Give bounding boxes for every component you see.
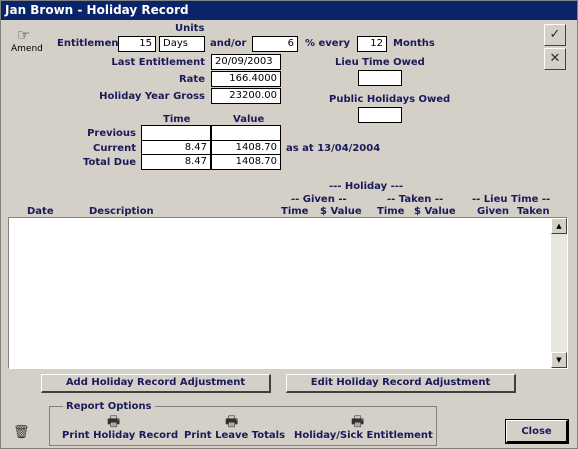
previous-value-field[interactable] [211, 125, 281, 141]
edit-adjustment-button[interactable]: Edit Holiday Record Adjustment [286, 374, 516, 393]
column-lieu-given: Given [477, 206, 510, 217]
column-taken-value: $ Value [414, 206, 456, 217]
months-field[interactable]: 12 [357, 36, 387, 52]
taken-header: -- Taken -- [387, 194, 444, 205]
column-taken-time: Time [377, 206, 405, 217]
given-header: -- Given -- [291, 194, 347, 205]
close-button[interactable]: Close [505, 419, 569, 444]
current-label: Current [92, 143, 136, 154]
previous-label: Previous [87, 128, 136, 139]
andor-label: and/or [210, 38, 247, 49]
holiday-year-gross-label: Holiday Year Gross [99, 91, 205, 102]
vertical-scrollbar[interactable]: ▲ ▼ [551, 218, 567, 368]
lieu-time-owed-label: Lieu Time Owed [335, 57, 425, 68]
scroll-up-icon[interactable]: ▲ [551, 218, 567, 234]
public-holidays-owed-label: Public Holidays Owed [329, 94, 451, 105]
summary-time-header: Time [163, 114, 191, 125]
total-due-time-field[interactable]: 8.47 [141, 154, 211, 170]
holiday-record-window: Jan Brown - Holiday Record ☞ Amend Units… [0, 0, 578, 449]
print-leave-totals-button[interactable]: Print Leave Totals [184, 430, 285, 441]
total-due-label: Total Due [82, 157, 136, 168]
scroll-down-icon[interactable]: ▼ [551, 352, 567, 368]
window-title: Jan Brown - Holiday Record [1, 1, 577, 20]
add-adjustment-button[interactable]: Add Holiday Record Adjustment [41, 374, 271, 393]
print-holiday-record-button[interactable]: Print Holiday Record [62, 430, 178, 441]
amend-label[interactable]: Amend [11, 44, 43, 54]
percent-field[interactable]: 6 [252, 36, 298, 52]
last-entitlement-label: Last Entitlement [111, 57, 205, 68]
trash-icon[interactable]: 🗑 [13, 425, 30, 440]
rate-field[interactable]: 166.4000 [211, 71, 281, 87]
lieu-time-owed-field[interactable] [358, 70, 402, 86]
summary-value-header: Value [233, 114, 265, 125]
column-lieu-taken: Taken [517, 206, 550, 217]
as-at-label: as at 13/04/2004 [286, 143, 381, 154]
holiday-record-list[interactable]: ▲ ▼ [8, 217, 568, 369]
column-description: Description [89, 206, 154, 217]
holiday-year-gross-field[interactable]: 23200.00 [211, 88, 281, 104]
close-x-icon[interactable]: ✕ [544, 48, 566, 70]
units-header: Units [175, 23, 205, 34]
entitlement-units-field[interactable]: Days [159, 36, 205, 52]
last-entitlement-field[interactable]: 20/09/2003 [211, 54, 281, 70]
column-given-time: Time [281, 206, 309, 217]
previous-time-field[interactable] [141, 125, 211, 141]
rate-label: Rate [178, 74, 205, 85]
holiday-sick-entitlement-button[interactable]: Holiday/Sick Entitlement [294, 430, 433, 441]
total-due-value-field[interactable]: 1408.70 [211, 154, 281, 170]
entitlement-value-field[interactable]: 15 [118, 36, 156, 52]
percent-every-label: % every [305, 38, 351, 49]
column-date: Date [27, 206, 54, 217]
pointing-hand-icon[interactable]: ☞ [17, 26, 30, 44]
lieu-header: -- Lieu Time -- [472, 194, 551, 205]
column-given-value: $ Value [320, 206, 362, 217]
public-holidays-owed-field[interactable] [358, 107, 402, 123]
holiday-header: --- Holiday --- [329, 181, 404, 192]
months-label: Months [393, 38, 435, 49]
entitlement-label: Entitlement [57, 38, 124, 49]
checkmark-icon[interactable]: ✓ [544, 24, 566, 46]
